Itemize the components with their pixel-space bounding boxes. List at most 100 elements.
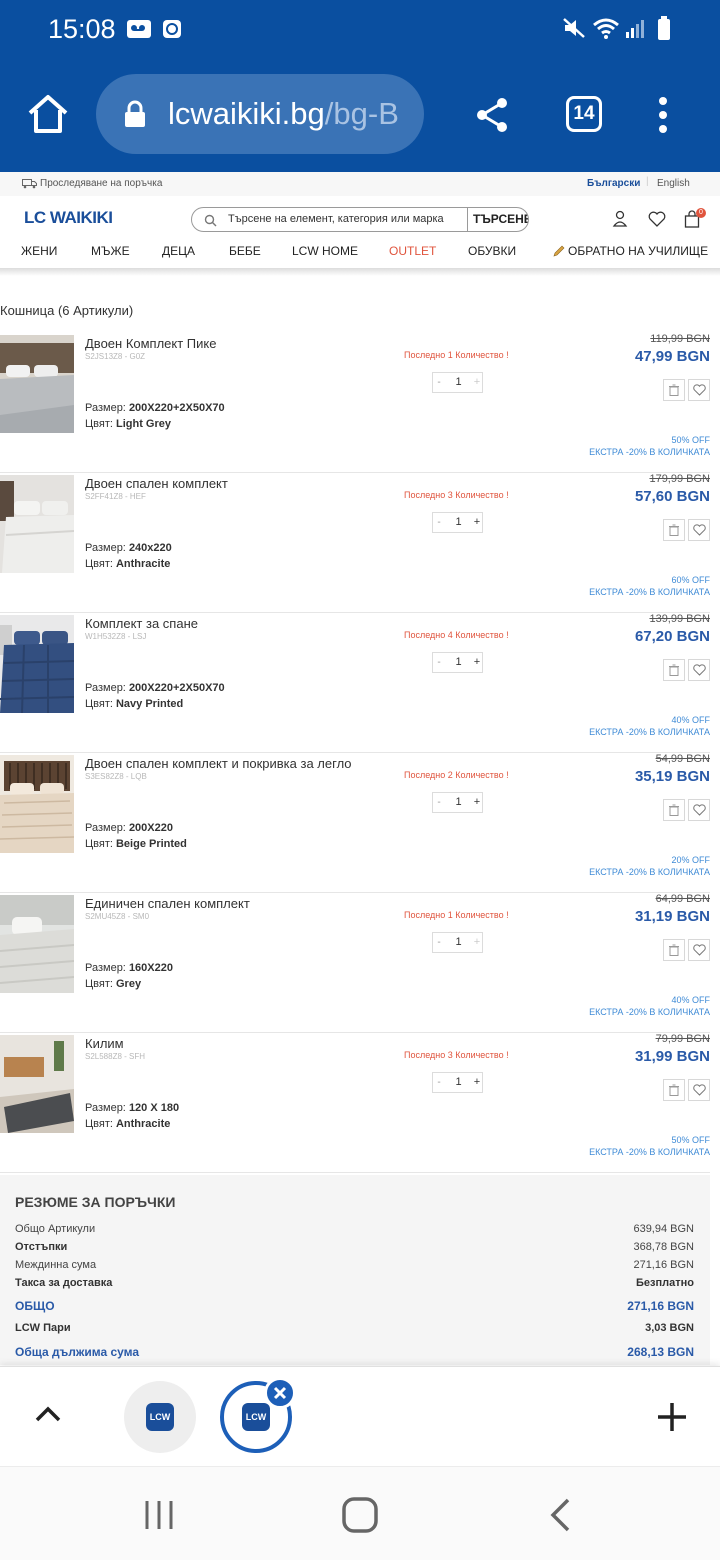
app-notification-icon [163,20,181,38]
product-image[interactable] [0,615,74,713]
add-to-wishlist-button[interactable] [688,659,710,681]
home-icon[interactable] [26,93,70,135]
site-logo[interactable]: LC WAIKIKI [24,208,113,228]
delete-button[interactable] [663,1079,685,1101]
quantity-increase-button[interactable]: + [471,933,483,952]
back-icon[interactable] [548,1497,572,1533]
delete-button[interactable] [663,519,685,541]
nav-shoes[interactable]: ОБУВКИ [468,244,516,258]
product-image[interactable] [0,1035,74,1133]
product-name[interactable]: Двоен спален комплект [85,476,228,491]
nav-baby[interactable]: БЕБЕ [229,244,261,258]
product-size: Размер: 200X220 [85,822,173,834]
wifi-icon [593,18,619,39]
nav-women[interactable]: ЖЕНИ [21,244,57,258]
lang-bulgarian[interactable]: Български [587,178,640,189]
current-price: 67,20 BGN [634,628,710,645]
summary-due-value: 268,13 BGN [627,1345,694,1359]
delete-button[interactable] [663,379,685,401]
quantity-decrease-button[interactable]: - [433,933,445,952]
cart-item: Двоен спален комплект и покривка за легл… [0,753,710,893]
lock-icon [125,100,145,127]
more-options-icon[interactable] [656,96,670,134]
account-icon[interactable] [612,210,628,227]
recent-apps-icon[interactable] [144,1499,174,1531]
search-icon [204,214,217,227]
search-button[interactable]: ТЪРСЕНЕ [467,208,528,231]
header-shadow [0,268,720,276]
trash-icon [669,1084,679,1096]
quantity-increase-button[interactable]: + [471,653,483,672]
quantity-value[interactable]: 1 [449,513,468,532]
nav-lcw-home[interactable]: LCW HOME [292,244,358,258]
nav-men[interactable]: МЪЖЕ [91,244,130,258]
add-to-wishlist-button[interactable] [688,519,710,541]
order-tracking-link[interactable]: Проследяване на поръчка [40,178,162,189]
add-to-wishlist-button[interactable] [688,1079,710,1101]
delete-button[interactable] [663,659,685,681]
nav-outlet[interactable]: OUTLET [389,244,436,258]
current-price: 47,99 BGN [634,348,710,365]
discount-percent: 40% OFF [671,995,710,1005]
close-tab-button[interactable] [264,1377,296,1409]
add-to-wishlist-button[interactable] [688,939,710,961]
quantity-value[interactable]: 1 [449,1073,468,1092]
quantity-decrease-button[interactable]: - [433,1073,445,1092]
summary-due-label: Обща дължима сума [15,1345,140,1359]
quantity-stepper: - 1 + [432,932,483,953]
nav-back-to-school[interactable]: ОБРАТНО НА УЧИЛИЩЕ [568,244,708,258]
product-image[interactable] [0,895,74,993]
product-color: Цвят: Beige Printed [85,838,187,850]
search-input[interactable]: Търсене на елемент, категория или марка [228,213,444,225]
new-tab-plus-icon[interactable] [656,1401,688,1433]
quantity-increase-button[interactable]: + [471,793,483,812]
share-icon[interactable] [474,96,512,134]
url-text: lcwaikiki.bg/bg-B [168,96,399,132]
quantity-value[interactable]: 1 [449,933,468,952]
product-size: Размер: 200X220+2X50X70 [85,402,225,414]
summary-title: РЕЗЮМЕ ЗА ПОРЪЧКИ [15,1194,176,1210]
product-name[interactable]: Двоен спален комплект и покривка за легл… [85,756,352,771]
quantity-decrease-button[interactable]: - [433,653,445,672]
quantity-decrease-button[interactable]: - [433,793,445,812]
quantity-value[interactable]: 1 [449,793,468,812]
lang-english[interactable]: English [657,178,690,189]
tab-switcher-button[interactable]: 14 [566,96,602,132]
url-path: /bg-B [324,96,399,131]
order-summary: РЕЗЮМЕ ЗА ПОРЪЧКИ Общо Артикули 639,94 B… [0,1175,710,1365]
address-bar[interactable]: lcwaikiki.bg/bg-B [96,74,424,154]
summary-value: 639,94 BGN [633,1223,694,1235]
cart-item: Килим S2L588Z8 - SFH Размер: 120 X 180 Ц… [0,1033,710,1173]
wishlist-heart-icon[interactable] [648,211,666,227]
quantity-decrease-button[interactable]: - [433,373,445,392]
quantity-increase-button[interactable]: + [471,1073,483,1092]
add-to-wishlist-button[interactable] [688,799,710,821]
quantity-increase-button[interactable]: + [471,513,483,532]
product-name[interactable]: Комплект за спане [85,616,198,631]
product-sku: S2MU45Z8 - SM0 [85,912,150,921]
quantity-decrease-button[interactable]: - [433,513,445,532]
home-nav-icon[interactable] [342,1497,378,1533]
product-name[interactable]: Килим [85,1036,124,1051]
quantity-value[interactable]: 1 [449,373,468,392]
product-name[interactable]: Единичен спален комплект [85,896,250,911]
browser-tab[interactable]: LCW [124,1381,196,1453]
nav-kids[interactable]: ДЕЦА [162,244,195,258]
quantity-value[interactable]: 1 [449,653,468,672]
product-image[interactable] [0,335,74,433]
product-image[interactable] [0,475,74,573]
quantity-increase-button[interactable]: + [471,373,483,392]
chevron-up-icon[interactable] [34,1405,62,1423]
delete-button[interactable] [663,939,685,961]
voicemail-icon [127,20,151,38]
add-to-wishlist-button[interactable] [688,379,710,401]
old-price: 79,99 BGN [655,1033,710,1045]
product-image[interactable] [0,755,74,853]
product-name[interactable]: Двоен Комплект Пике [85,336,216,351]
stock-warning: Последно 3 Количество ! [404,490,509,500]
screen: 15:08 lcwaikiki.bg/bg-B 14 Проследяване … [0,0,720,1560]
browser-tab-strip: LCW LCW [0,1366,720,1466]
current-price: 57,60 BGN [634,488,710,505]
search-bar[interactable]: Търсене на елемент, категория или марка … [191,207,529,232]
delete-button[interactable] [663,799,685,821]
